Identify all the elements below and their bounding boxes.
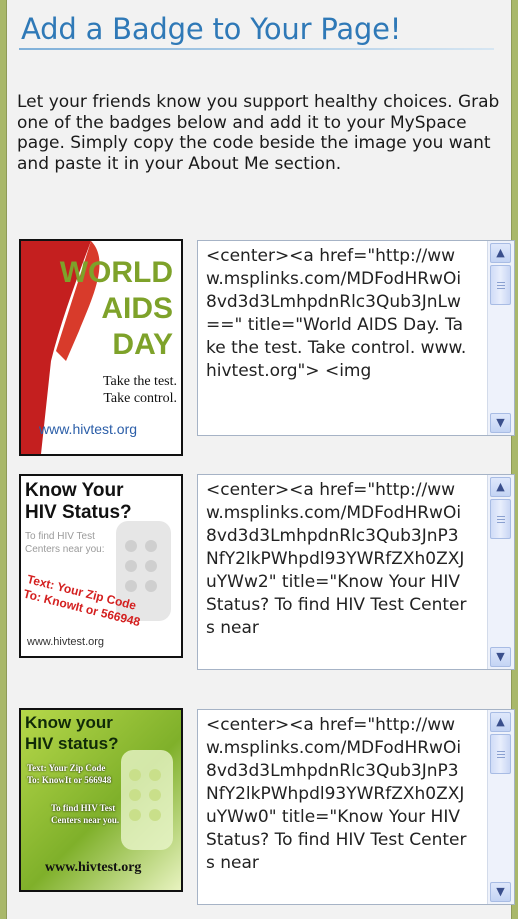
arrow-up-icon[interactable]: ▲	[490, 712, 511, 732]
badge2-line2: HIV Status?	[25, 502, 132, 523]
code-text-2: <center><a href="http://www.msplinks.com…	[206, 480, 467, 638]
scroll-thumb-1[interactable]	[490, 265, 511, 305]
arrow-up-icon[interactable]: ▲	[490, 477, 511, 497]
know-your-status-code-textarea[interactable]: <center><a href="http://www.msplinks.com…	[197, 474, 515, 670]
scroll-thumb-3[interactable]	[490, 734, 511, 774]
arrow-down-icon[interactable]: ▼	[490, 882, 511, 902]
badge1-url: www.hivtest.org	[39, 421, 138, 437]
badge1-line1: WORLD	[59, 256, 173, 289]
badge1-line5: Take control.	[103, 391, 177, 406]
know-your-status-green-badge-image[interactable]: Know your HIV status? Text: Your Zip Cod…	[19, 708, 183, 892]
badge1-line3: DAY	[112, 328, 173, 361]
badge2-line1: Know Your	[25, 480, 124, 501]
badge3-line3: Text: Your Zip Code	[27, 763, 106, 773]
arrow-up-icon[interactable]: ▲	[490, 243, 511, 263]
badge3-line5: To find HIV Test	[51, 803, 116, 813]
badge1-line2: AIDS	[101, 292, 173, 325]
badge2-line4: Centers near you:	[25, 544, 105, 555]
know-your-status-green-code-textarea[interactable]: <center><a href="http://www.msplinks.com…	[197, 709, 515, 905]
scrollbar-2[interactable]: ▲ ▼	[487, 475, 514, 669]
arrow-down-icon[interactable]: ▼	[490, 647, 511, 667]
world-aids-day-badge-image[interactable]: WORLD AIDS DAY Take the test. Take contr…	[19, 239, 183, 456]
scrollbar-1[interactable]: ▲ ▼	[487, 241, 514, 435]
page-title: Add a Badge to Your Page!	[21, 12, 402, 46]
world-aids-day-code-textarea[interactable]: <center><a href="http://www.msplinks.com…	[197, 240, 515, 436]
badge1-line4: Take the test.	[102, 374, 177, 389]
code-text-3: <center><a href="http://www.msplinks.com…	[206, 715, 467, 873]
code-text-1: <center><a href="http://www.msplinks.com…	[206, 246, 467, 381]
scroll-thumb-2[interactable]	[490, 499, 511, 539]
badge3-url: www.hivtest.org	[45, 860, 142, 875]
badge-panel: Add a Badge to Your Page! Let your frien…	[6, 0, 515, 919]
badge3-line1: Know your	[25, 713, 113, 732]
badge3-line4: To: KnowIt or 566948	[27, 775, 112, 785]
scrollbar-3[interactable]: ▲ ▼	[487, 710, 514, 904]
title-underline	[19, 48, 494, 50]
badge3-line2: HIV status?	[25, 734, 119, 753]
arrow-down-icon[interactable]: ▼	[490, 413, 511, 433]
intro-text: Let your friends know you support health…	[17, 92, 500, 174]
badge3-line6: Centers near you.	[51, 815, 120, 825]
know-your-status-badge-image[interactable]: Know Your HIV Status? To find HIV Test C…	[19, 474, 183, 658]
badge2-line3: To find HIV Test	[25, 531, 95, 542]
badge2-url: www.hivtest.org	[27, 636, 105, 648]
